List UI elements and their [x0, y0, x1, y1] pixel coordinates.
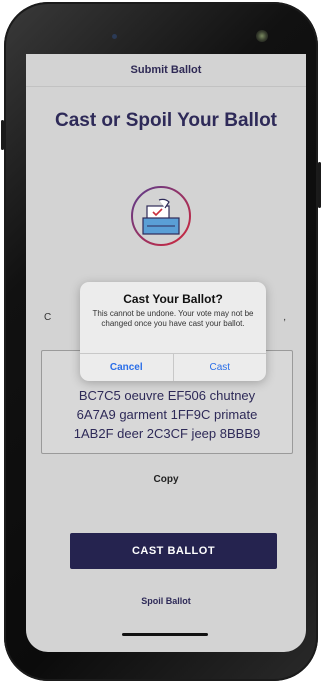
power-button	[318, 162, 321, 208]
confirm-dialog: Cast Your Ballot? This cannot be undone.…	[80, 282, 266, 381]
home-indicator[interactable]	[122, 633, 208, 636]
tracker-line: 1AB2F deer 2C3CF jeep 8BBB9	[73, 426, 261, 441]
page-title: Cast or Spoil Your Ballot	[54, 110, 278, 131]
screen: Submit Ballot Cast or Spoil Your Ballot	[26, 54, 306, 652]
front-camera-icon	[256, 30, 268, 42]
obscured-text-right: ,	[283, 312, 286, 323]
dialog-message: This cannot be undone. Your vote may not…	[92, 309, 254, 328]
app-bar: Submit Ballot	[26, 54, 306, 87]
phone-frame: Submit Ballot Cast or Spoil Your Ballot	[1, 2, 321, 681]
tracker-line: BC7C5 oeuvre EF506 chutney	[78, 388, 256, 403]
app-bar-title: Submit Ballot	[130, 64, 202, 76]
dialog-actions: Cancel Cast	[80, 353, 266, 381]
sensor-dot-icon	[112, 34, 117, 39]
obscured-text-left: C	[44, 312, 52, 323]
top-bezel	[22, 14, 308, 54]
tracker-line: 6A7A9 garment 1FF9C primate	[76, 407, 258, 422]
spoil-ballot-button[interactable]: Spoil Ballot	[26, 596, 306, 606]
dialog-cast-button[interactable]: Cast	[174, 354, 267, 381]
dialog-cancel-button[interactable]: Cancel	[80, 354, 173, 381]
copy-button[interactable]: Copy	[26, 474, 306, 485]
ballot-box-icon	[129, 184, 193, 248]
dialog-title: Cast Your Ballot?	[123, 292, 223, 306]
volume-button	[1, 120, 4, 150]
cast-ballot-button[interactable]: CAST BALLOT	[70, 533, 277, 569]
